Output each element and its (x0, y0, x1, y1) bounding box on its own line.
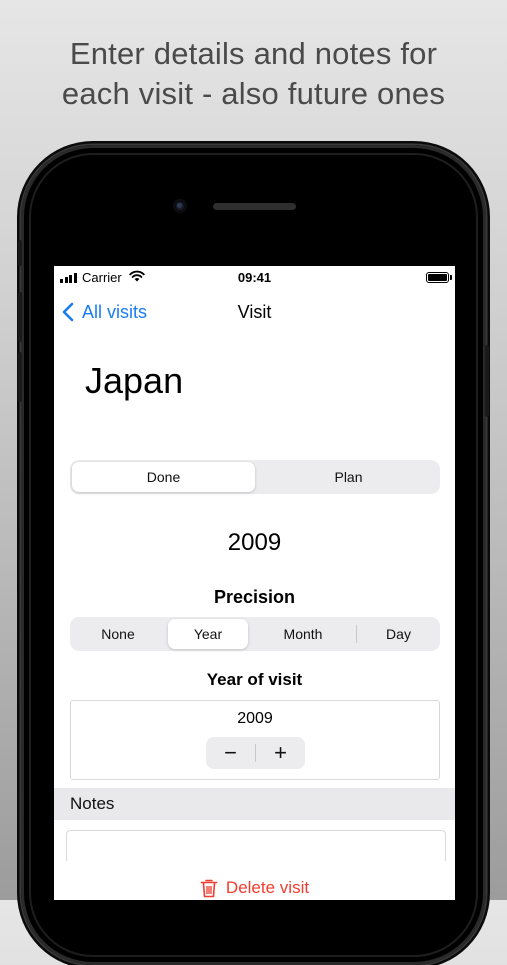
page-title: Visit (237, 302, 272, 322)
segment-plan-label: Plan (334, 469, 363, 485)
segment-none[interactable]: None (70, 617, 166, 651)
year-value: 2009 (237, 710, 273, 727)
segment-done-label: Done (146, 469, 181, 485)
precision-label: Precision (213, 587, 296, 607)
segment-day-label: Day (386, 626, 411, 642)
notes-section-header: Notes (54, 788, 455, 820)
segment-done[interactable]: Done (72, 462, 255, 492)
precision-segmented-control: None Year Month Day (70, 617, 440, 651)
delete-visit-label: Delete visit (225, 878, 310, 897)
segment-year[interactable]: Year (168, 619, 248, 649)
app-screen: Carrier 09:41 All visits Visit Japan Don… (54, 266, 455, 900)
side-button-volume-up (18, 292, 22, 342)
segment-day[interactable]: Day (357, 617, 440, 651)
battery-icon (426, 272, 452, 283)
segment-month[interactable]: Month (250, 617, 356, 651)
segment-none-label: None (101, 626, 135, 642)
year-stepper: − + (206, 737, 305, 769)
status-bar: Carrier 09:41 (54, 266, 455, 288)
front-camera-icon (173, 199, 187, 213)
segment-plan[interactable]: Plan (257, 460, 440, 494)
year-of-visit-label: Year of visit (206, 670, 303, 689)
year-picker-card: 2009 − + (70, 700, 440, 780)
navigation-bar: All visits Visit (54, 300, 455, 324)
side-button-volume-down (18, 352, 22, 402)
notes-text-area[interactable] (66, 830, 446, 861)
visit-status-segmented-control: Done Plan (70, 460, 440, 494)
promo-line-1: Enter details and notes for (69, 36, 438, 71)
promo-headline: Enter details and notes for each visit -… (0, 34, 507, 114)
trash-icon (200, 879, 218, 898)
segment-year-label: Year (193, 626, 223, 642)
country-name: Japan (85, 360, 184, 401)
promo-line-2: each visit - also future ones (61, 76, 446, 111)
status-time: 09:41 (237, 270, 272, 285)
earpiece-speaker (213, 203, 296, 210)
increment-button[interactable]: + (256, 737, 305, 769)
side-button-power (485, 345, 489, 417)
delete-visit-button[interactable]: Delete visit (54, 878, 455, 898)
segment-month-label: Month (283, 626, 323, 642)
side-button-silent (18, 240, 22, 266)
decrement-button[interactable]: − (206, 737, 255, 769)
visit-year-display: 2009 (227, 529, 282, 556)
